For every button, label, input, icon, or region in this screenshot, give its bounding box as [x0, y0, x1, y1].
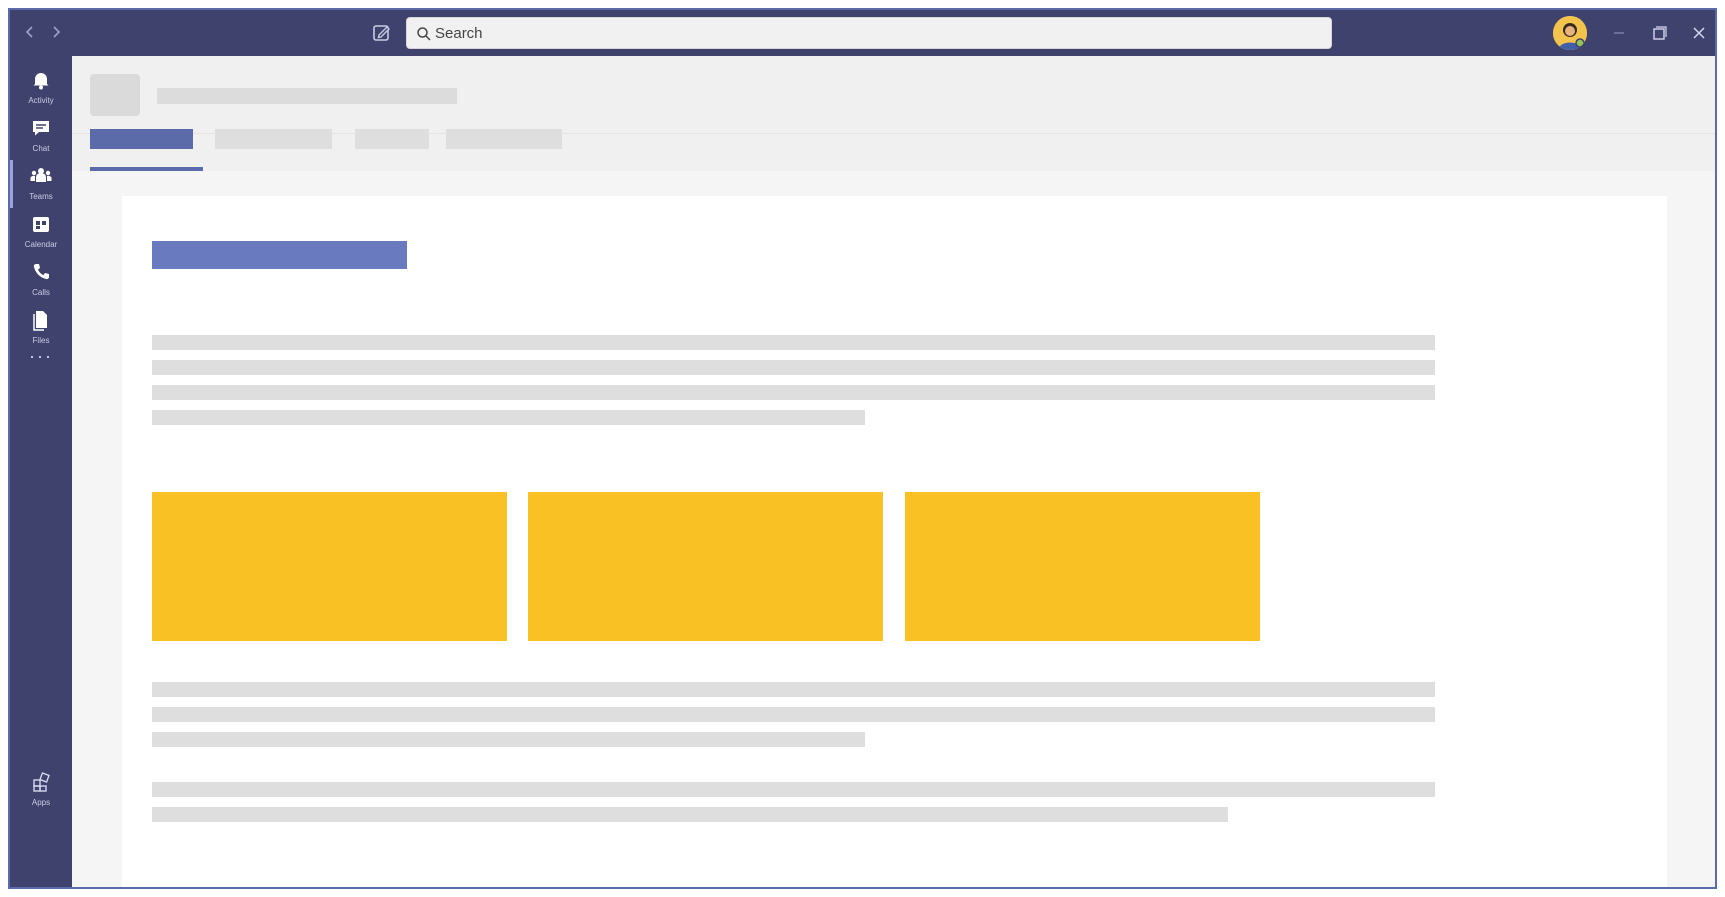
file-icon [33, 311, 47, 331]
teams-icon [30, 168, 52, 182]
rail-label: Calendar [24, 240, 58, 249]
calendar-icon [33, 217, 49, 232]
rail-label: Files [32, 336, 50, 345]
chevron-left-icon [25, 26, 33, 38]
title-bar [10, 10, 1715, 56]
content-tile[interactable] [905, 492, 1260, 641]
compose-icon [373, 25, 390, 41]
minimize-icon [1614, 32, 1624, 34]
heading-placeholder [152, 241, 407, 269]
rail-item-activity[interactable]: Activity [10, 64, 72, 112]
content-tile[interactable] [152, 492, 507, 641]
back-button[interactable] [20, 22, 40, 42]
rail-item-files[interactable]: Files [10, 304, 72, 352]
forward-button[interactable] [46, 22, 66, 42]
phone-icon [33, 264, 49, 280]
avatar-icon [1553, 16, 1587, 50]
bell-icon [33, 73, 49, 90]
text-line-placeholder [152, 360, 1435, 375]
chevron-right-icon [53, 26, 61, 38]
maximize-icon [1653, 26, 1667, 40]
rail-label: Apps [31, 798, 51, 807]
text-line-placeholder [152, 682, 1435, 697]
rail-label: Calls [32, 288, 50, 297]
text-line-placeholder [152, 707, 1435, 722]
tab-placeholder[interactable] [446, 129, 562, 149]
tab-active-placeholder[interactable] [90, 129, 193, 149]
compose-button[interactable] [370, 21, 394, 45]
minimize-button[interactable] [1606, 20, 1632, 46]
text-line-placeholder [152, 410, 865, 425]
rail-item-chat[interactable]: Chat [10, 112, 72, 160]
content-card [122, 196, 1667, 887]
text-line-placeholder [152, 385, 1435, 400]
tab-placeholder[interactable] [355, 129, 429, 149]
text-line-placeholder [152, 782, 1435, 797]
text-line-placeholder [152, 807, 1228, 822]
rail-item-teams[interactable]: Teams [10, 160, 72, 208]
apps-icon [33, 772, 50, 792]
team-logo-placeholder [90, 74, 140, 116]
app-window: Activity Chat Teams [8, 8, 1717, 889]
active-tab-indicator [90, 167, 203, 171]
main-content [72, 56, 1715, 887]
close-button[interactable] [1686, 20, 1712, 46]
team-name-placeholder [157, 88, 457, 104]
text-line-placeholder [152, 732, 865, 747]
text-line-placeholder [152, 335, 1435, 350]
maximize-button[interactable] [1646, 20, 1672, 46]
rail-item-calendar[interactable]: Calendar [10, 208, 72, 256]
app-rail: Activity Chat Teams Calendar Calls Files… [10, 56, 72, 887]
chat-icon [33, 121, 49, 136]
search-icon [417, 27, 431, 41]
team-header [72, 56, 1715, 171]
rail-item-calls[interactable]: Calls [10, 256, 72, 304]
user-avatar[interactable] [1553, 16, 1587, 50]
more-apps-button[interactable]: ··· [24, 346, 58, 366]
tab-placeholder[interactable] [215, 129, 332, 149]
close-icon [1693, 27, 1705, 39]
search-input[interactable] [435, 18, 1315, 48]
rail-label: Chat [32, 144, 50, 153]
rail-label: Activity [28, 96, 54, 105]
rail-label: Teams [29, 192, 53, 201]
rail-item-apps[interactable]: Apps [10, 766, 72, 814]
content-tile[interactable] [528, 492, 883, 641]
search-box[interactable] [406, 17, 1332, 49]
